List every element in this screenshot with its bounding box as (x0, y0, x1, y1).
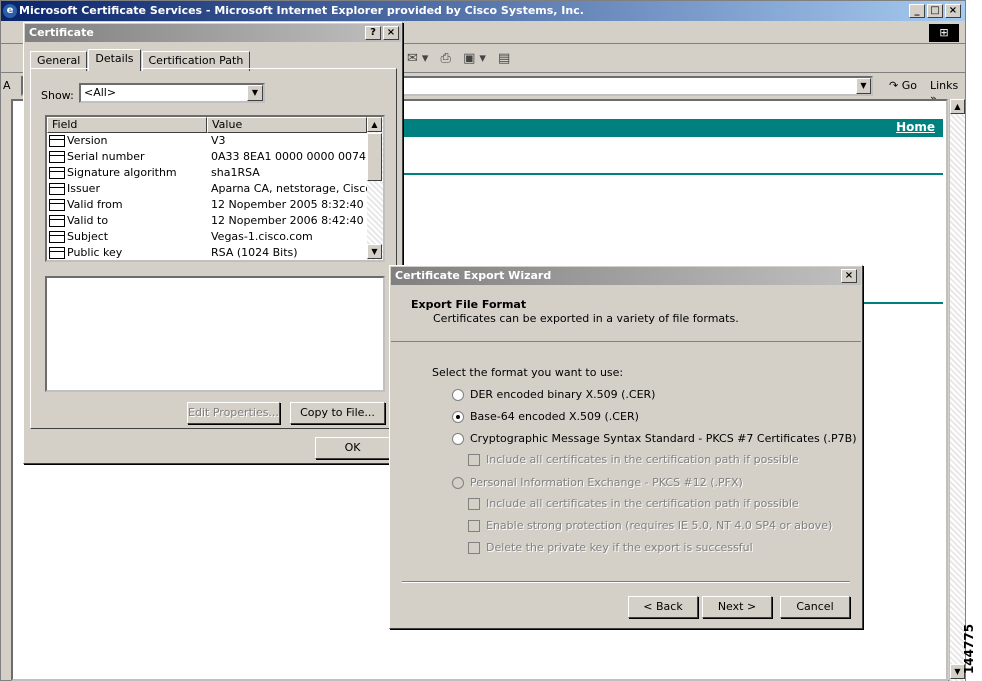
pkcs7-option[interactable]: Cryptographic Message Syntax Standard - … (452, 432, 857, 445)
checkbox[interactable] (468, 541, 480, 554)
table-row[interactable]: Valid from 12 Nopember 2005 8:32:40 (47, 197, 369, 213)
field-icon (49, 183, 65, 195)
field-icon (49, 247, 65, 259)
divider-line (393, 173, 943, 175)
show-select-value: <All> (84, 86, 117, 99)
column-header-value[interactable]: Value (207, 117, 367, 133)
table-row[interactable]: Serial number 0A33 8EA1 0000 0000 0074 (47, 149, 369, 165)
field-list[interactable]: Field Value Version V3 Serial number 0A33 … (45, 115, 385, 262)
checkbox[interactable] (468, 497, 480, 510)
certificate-title-bar: Certificate ? × (25, 24, 401, 42)
go-button[interactable]: ↷ Go (889, 79, 917, 92)
browser-title: Microsoft Certificate Services - Microso… (19, 4, 584, 17)
der-option[interactable]: DER encoded binary X.509 (.CER) (452, 388, 655, 401)
field-icon (49, 199, 65, 211)
scroll-up-button[interactable]: ▲ (950, 99, 965, 114)
table-row[interactable]: Valid to 12 Nopember 2006 8:42:40 (47, 213, 369, 229)
close-button[interactable]: × (383, 26, 399, 40)
show-label: Show: (41, 89, 74, 102)
scroll-down-button[interactable]: ▼ (367, 244, 382, 259)
wizard-separator (402, 581, 850, 583)
address-dropdown-button[interactable]: ▼ (856, 78, 871, 94)
show-select[interactable]: <All> ▼ (79, 83, 265, 103)
edit-properties-button[interactable]: Edit Properties... (187, 402, 280, 424)
address-label: A (3, 79, 11, 92)
pfx-include-checkbox[interactable]: Include all certificates in the certific… (468, 497, 799, 510)
chevron-down-icon[interactable]: ▼ (247, 85, 263, 101)
certificate-title: Certificate (29, 26, 94, 39)
pfx-option[interactable]: Personal Information Exchange - PKCS #12… (452, 476, 743, 489)
table-row[interactable]: Signature algorithm sha1RSA (47, 165, 369, 181)
ok-button[interactable]: OK (315, 437, 390, 459)
export-wizard-dialog: Certificate Export Wizard × Export File … (389, 265, 863, 629)
format-prompt: Select the format you want to use: (432, 366, 624, 379)
figure-id: 144775 (962, 623, 977, 675)
ie-icon: e (3, 4, 17, 18)
field-icon (49, 231, 65, 243)
pfx-delete-key-checkbox[interactable]: Delete the private key if the export is … (468, 541, 753, 554)
certificate-tabs: General Details Certification Path (30, 49, 251, 71)
close-button[interactable]: × (945, 4, 961, 18)
list-header: Field Value (47, 117, 367, 133)
table-row[interactable]: Issuer Aparna CA, netstorage, Cisco... (47, 181, 369, 197)
details-panel: Show: <All> ▼ Field Value Version V3 Seri… (30, 68, 397, 429)
close-button[interactable]: × (841, 269, 857, 283)
home-link[interactable]: Home (896, 120, 935, 134)
table-row[interactable]: Public key RSA (1024 Bits) (47, 245, 369, 260)
pfx-strong-protection-checkbox[interactable]: Enable strong protection (requires IE 5.… (468, 519, 832, 532)
scroll-thumb[interactable] (367, 133, 382, 181)
field-icon (49, 215, 65, 227)
field-value-box[interactable] (45, 276, 385, 392)
field-icon (49, 151, 65, 163)
wizard-title: Certificate Export Wizard (395, 269, 552, 282)
copy-to-file-button[interactable]: Copy to File... (290, 402, 385, 424)
pkcs7-include-checkbox[interactable]: Include all certificates in the certific… (468, 453, 799, 466)
radio-button[interactable] (452, 388, 464, 401)
maximize-button[interactable]: □ (927, 4, 943, 18)
scroll-up-button[interactable]: ▲ (367, 117, 382, 132)
wizard-header: Export File Format Certificates can be e… (391, 286, 861, 342)
radio-button[interactable] (452, 476, 464, 489)
minimize-button[interactable]: _ (909, 4, 925, 18)
wizard-step-title: Export File Format (411, 298, 527, 311)
tab-details[interactable]: Details (88, 49, 141, 71)
toolbar-icons[interactable]: ✉▾ ⎙ ▣▾ ▤ (407, 51, 514, 66)
column-header-field[interactable]: Field (47, 117, 207, 133)
radio-button[interactable] (452, 410, 464, 423)
field-icon (49, 167, 65, 179)
help-button[interactable]: ? (365, 26, 381, 40)
field-icon (49, 135, 65, 147)
go-arrow-icon: ↷ (889, 79, 899, 92)
wizard-title-bar: Certificate Export Wizard × (391, 267, 861, 285)
cancel-button[interactable]: Cancel (780, 596, 850, 618)
page-header-bar: Home (393, 119, 943, 137)
table-row[interactable]: Version V3 (47, 133, 369, 149)
base64-option[interactable]: Base-64 encoded X.509 (.CER) (452, 410, 639, 423)
table-row[interactable]: Subject Vegas-1.cisco.com (47, 229, 369, 245)
page-scrollbar[interactable]: ▲ ▼ (949, 99, 965, 681)
radio-button[interactable] (452, 432, 464, 445)
certificate-dialog: Certificate ? × General Details Certific… (23, 22, 403, 464)
browser-title-bar: e Microsoft Certificate Services - Micro… (1, 1, 965, 21)
wizard-step-description: Certificates can be exported in a variet… (433, 312, 739, 325)
checkbox[interactable] (468, 453, 480, 466)
list-scrollbar[interactable]: ▲ ▼ (367, 117, 383, 260)
checkbox[interactable] (468, 519, 480, 532)
back-button[interactable]: < Back (628, 596, 698, 618)
windows-logo-icon: ⊞ (929, 24, 959, 42)
next-button[interactable]: Next > (702, 596, 772, 618)
